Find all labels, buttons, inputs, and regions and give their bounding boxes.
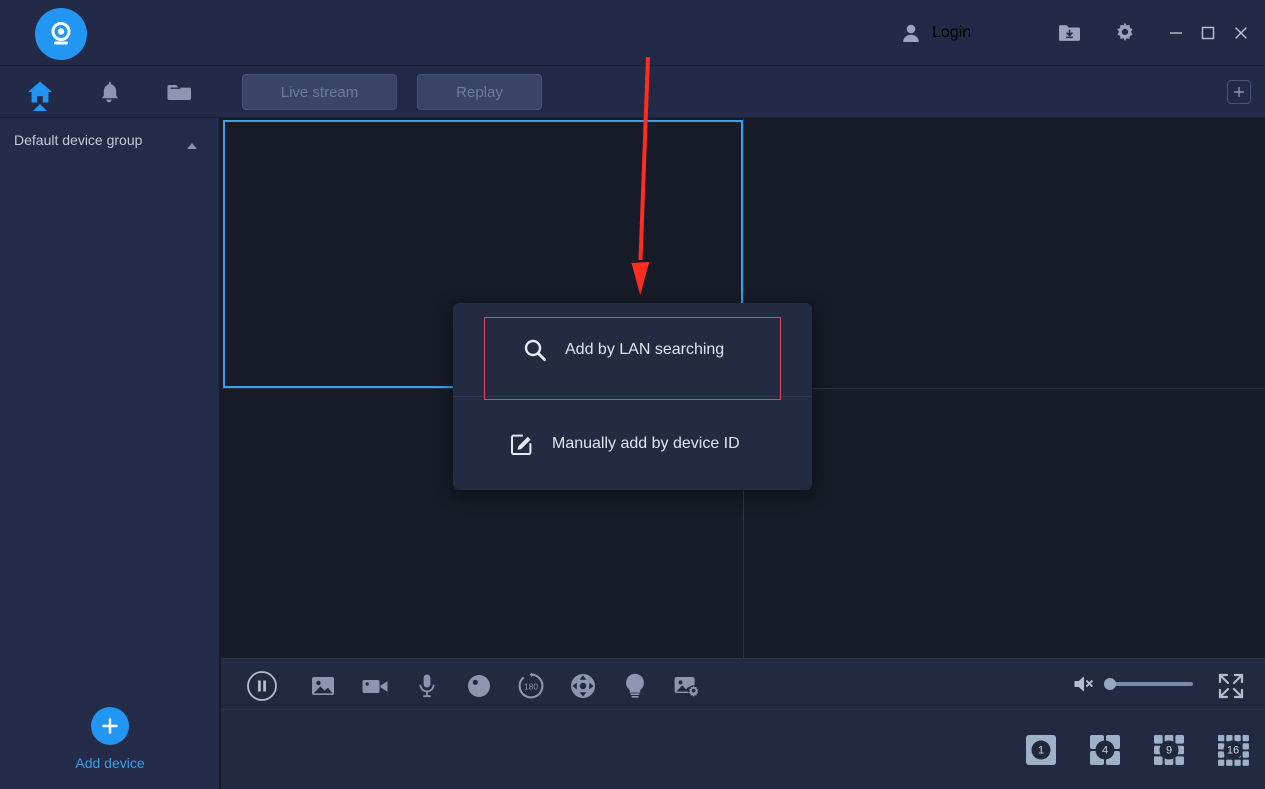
gear-icon [1117, 22, 1133, 41]
playback-control-bar: 180 [221, 658, 1265, 710]
layout-bar: 1 4 9 16 [221, 710, 1265, 789]
layout-4-label: 4 [1095, 740, 1115, 760]
layout-button-9[interactable]: 9 [1153, 734, 1185, 766]
tab-replay-label: Replay [456, 83, 503, 101]
folder-icon [167, 85, 191, 100]
rotate-180-icon: 180 [518, 672, 544, 699]
login-label: Login [932, 24, 972, 41]
tab-live-stream-label: Live stream [280, 83, 359, 101]
video-pane-2[interactable] [744, 118, 1265, 388]
nav-item-alarm[interactable] [79, 66, 139, 118]
app-logo [35, 8, 87, 60]
menu-item-add-by-lan-searching[interactable]: Add by LAN searching [453, 303, 812, 396]
tab-replay[interactable]: Replay [417, 74, 542, 110]
volume-slider[interactable] [1104, 678, 1193, 690]
fisheye-sphere-icon [468, 675, 490, 697]
menu-item-manually-add-by-device-id[interactable]: Manually add by device ID [453, 397, 812, 490]
add-device-circle [91, 707, 129, 745]
layout-16-label: 16 [1223, 740, 1243, 760]
user-icon [903, 24, 919, 42]
snapshot-button[interactable] [306, 669, 340, 703]
menu-item-add-by-lan-searching-label: Add by LAN searching [565, 340, 725, 358]
nav-item-files[interactable] [149, 66, 209, 118]
speaker-muted-icon [1074, 676, 1094, 692]
home-icon [28, 81, 52, 103]
image-settings-icon [674, 677, 699, 697]
settings-button[interactable] [1110, 18, 1140, 48]
menu-item-manually-add-by-device-id-label: Manually add by device ID [552, 434, 740, 452]
light-bulb-icon [626, 673, 644, 698]
download-folder-icon [1059, 25, 1080, 41]
plus-square-icon [1233, 86, 1245, 98]
ptz-button[interactable] [566, 669, 600, 703]
microphone-button[interactable] [410, 669, 444, 703]
microphone-icon [419, 674, 435, 698]
layout-1-label: 1 [1031, 740, 1051, 760]
bell-icon [101, 81, 119, 103]
maximize-icon [1201, 26, 1215, 40]
tab-bar: Live stream Replay [220, 66, 1265, 118]
layout-button-4[interactable]: 4 [1089, 734, 1121, 766]
fullscreen-expand-icon [1218, 673, 1244, 699]
layout-button-16[interactable]: 16 [1217, 734, 1249, 766]
image-icon [312, 677, 334, 695]
download-folder-button[interactable] [1054, 18, 1084, 48]
fisheye-button[interactable] [462, 669, 496, 703]
ptz-pad-icon [571, 674, 595, 698]
pause-circle-icon [247, 671, 277, 701]
record-button[interactable] [358, 669, 392, 703]
rotate-180-label: 180 [524, 682, 538, 692]
video-pane-4[interactable] [744, 389, 1265, 658]
plus-icon [102, 718, 118, 734]
nav-active-indicator [33, 104, 47, 111]
maximize-button[interactable] [1193, 18, 1223, 48]
application-window: Login Default device group Add device Li… [0, 0, 1265, 789]
title-bar: Login [0, 0, 1265, 66]
video-camera-icon [362, 680, 388, 693]
volume-control[interactable] [1073, 673, 1193, 695]
layout-button-1[interactable]: 1 [1025, 734, 1057, 766]
add-device-popup-menu: Add by LAN searching Manually add by dev… [453, 303, 812, 490]
search-icon [523, 338, 547, 362]
edit-square-icon [510, 432, 534, 456]
close-button[interactable] [1226, 18, 1256, 48]
minimize-button[interactable] [1161, 18, 1191, 48]
layout-9-label: 9 [1159, 740, 1179, 760]
image-settings-button[interactable] [670, 669, 704, 703]
camera-logo-icon [51, 22, 71, 45]
device-group-label: Default device group [14, 132, 143, 148]
light-button[interactable] [618, 669, 652, 703]
rotate-180-button[interactable]: 180 [514, 669, 548, 703]
chevron-up-icon[interactable] [186, 137, 198, 155]
device-group-row[interactable]: Default device group [0, 118, 220, 162]
close-icon [1235, 27, 1247, 39]
tab-live-stream[interactable]: Live stream [242, 74, 397, 110]
add-tab-button[interactable] [1227, 80, 1251, 104]
add-device-button[interactable]: Add device [0, 707, 220, 771]
add-device-label: Add device [75, 755, 145, 771]
pause-button[interactable] [245, 669, 279, 703]
fullscreen-button[interactable] [1214, 669, 1248, 703]
minimize-icon [1170, 32, 1182, 34]
login-button[interactable]: Login [900, 18, 971, 48]
volume-slider-knob[interactable] [1104, 678, 1116, 690]
device-sidebar: Default device group Add device [0, 118, 220, 789]
